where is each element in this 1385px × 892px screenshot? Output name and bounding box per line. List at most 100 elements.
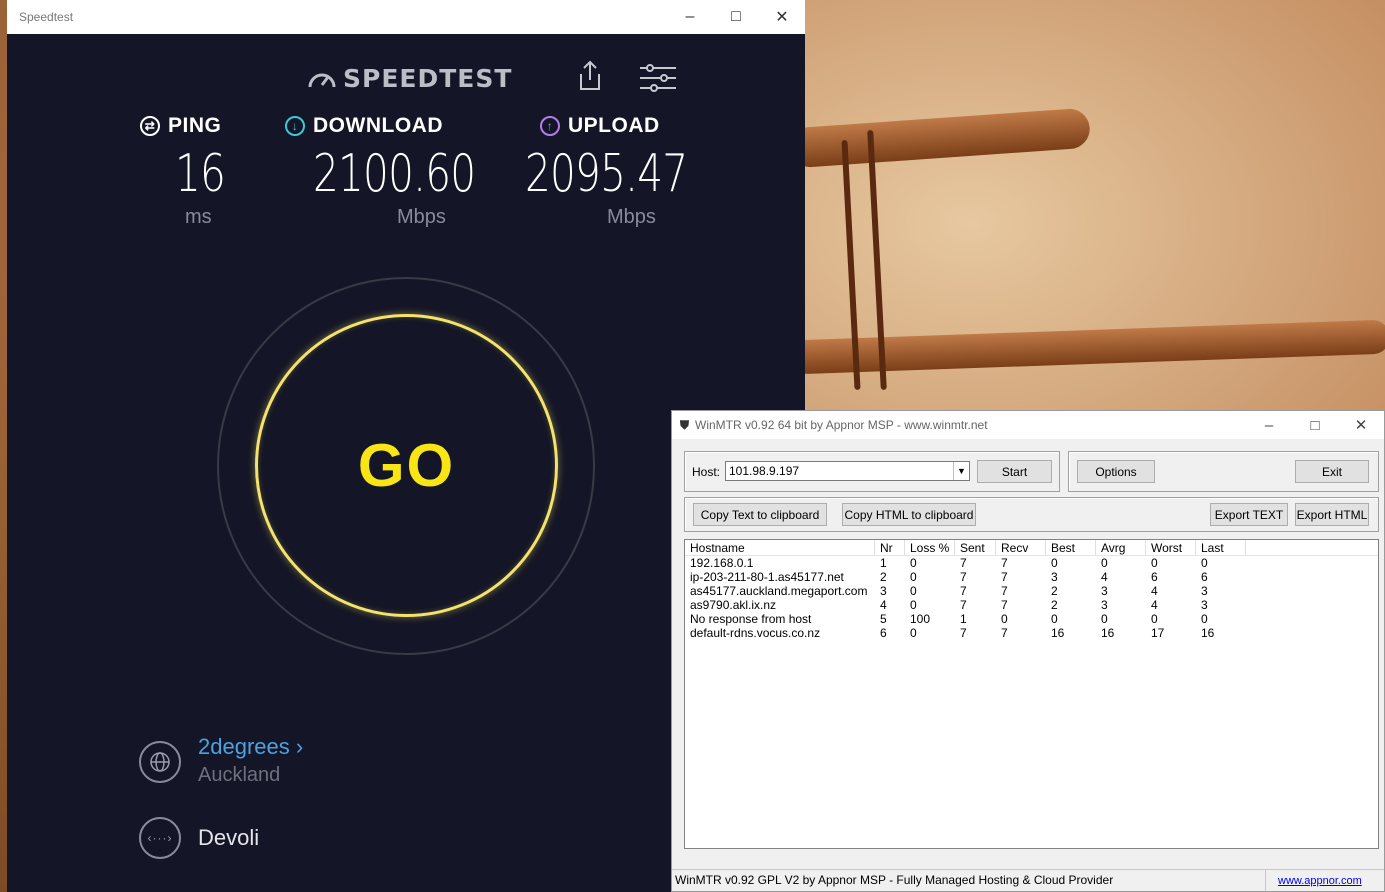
cell-last: 6 <box>1201 570 1208 584</box>
table-row[interactable]: as45177.auckland.megaport.com 3 0 7 7 2 3 4 3 <box>685 584 1378 598</box>
cell-last: 0 <box>1201 556 1208 570</box>
column-header-worst[interactable]: Worst <box>1146 540 1196 555</box>
cell-recv: 7 <box>1001 598 1008 612</box>
column-header-loss[interactable]: Loss % <box>905 540 955 555</box>
cell-sent: 1 <box>960 612 967 626</box>
chevron-right-icon: › <box>295 734 304 759</box>
cell-best: 0 <box>1051 556 1058 570</box>
server-name[interactable]: Devoli <box>198 825 259 851</box>
isp-link[interactable]: 2degrees › <box>198 734 303 760</box>
ping-header: ⇄ PING <box>140 114 221 138</box>
column-header-last[interactable]: Last <box>1196 540 1246 555</box>
copy-text-button[interactable]: Copy Text to clipboard <box>693 503 827 526</box>
column-header-hostname[interactable]: Hostname <box>685 540 875 555</box>
cell-loss: 0 <box>910 570 917 584</box>
ping-icon: ⇄ <box>140 116 160 136</box>
upload-header: ↑ UPLOAD <box>540 114 660 138</box>
status-text: WinMTR v0.92 GPL V2 by Appnor MSP - Full… <box>672 870 1266 891</box>
speedtest-logo-text: SPEEDTEST <box>343 64 513 93</box>
cell-sent: 7 <box>960 556 967 570</box>
table-row[interactable]: 192.168.0.1 1 0 7 7 0 0 0 0 <box>685 556 1378 570</box>
table-body: 192.168.0.1 1 0 7 7 0 0 0 0 ip-203-211-80-1.as451… <box>685 556 1378 640</box>
cell-hostname: 192.168.0.1 <box>690 556 754 570</box>
cell-recv: 7 <box>1001 626 1008 640</box>
maximize-icon[interactable]: □ <box>713 0 759 34</box>
share-icon[interactable] <box>577 60 603 92</box>
ping-value: 16 <box>175 144 226 204</box>
options-button[interactable]: Options <box>1077 460 1155 483</box>
cell-nr: 5 <box>880 612 887 626</box>
go-label: GO <box>357 432 456 499</box>
cell-worst: 17 <box>1151 626 1165 640</box>
cell-worst: 6 <box>1151 570 1158 584</box>
column-header-sent[interactable]: Sent <box>955 540 996 555</box>
ping-label: PING <box>168 114 222 137</box>
exit-button[interactable]: Exit <box>1295 460 1369 483</box>
cell-avrg: 4 <box>1101 570 1108 584</box>
go-button[interactable]: GO <box>255 314 558 617</box>
copy-html-button[interactable]: Copy HTML to clipboard <box>842 503 976 526</box>
cell-sent: 7 <box>960 626 967 640</box>
cell-best: 0 <box>1051 612 1058 626</box>
trace-results-table[interactable]: Hostname Nr Loss % Sent Recv Best Avrg Worst Las… <box>684 539 1379 849</box>
minimize-icon[interactable]: – <box>667 0 713 34</box>
cell-sent: 7 <box>960 598 967 612</box>
close-icon[interactable]: ✕ <box>1338 411 1384 439</box>
winmtr-window-title: WinMTR v0.92 64 bit by Appnor MSP - www.… <box>695 418 988 432</box>
table-row[interactable]: as9790.akl.ix.nz 4 0 7 7 2 3 4 3 <box>685 598 1378 612</box>
start-button[interactable]: Start <box>977 460 1052 483</box>
appnor-link[interactable]: www.appnor.com <box>1266 875 1384 887</box>
cell-last: 3 <box>1201 598 1208 612</box>
column-header-best[interactable]: Best <box>1046 540 1096 555</box>
cell-recv: 0 <box>1001 612 1008 626</box>
dropdown-arrow-icon[interactable]: ▼ <box>953 462 969 480</box>
cell-last: 0 <box>1201 612 1208 626</box>
download-arrow-icon: ↓ <box>285 116 305 136</box>
cell-loss: 0 <box>910 598 917 612</box>
export-text-button[interactable]: Export TEXT <box>1210 503 1288 526</box>
cell-loss: 0 <box>910 556 917 570</box>
cell-hostname: as45177.auckland.megaport.com <box>690 584 868 598</box>
table-row[interactable]: No response from host 5 100 1 0 0 0 0 0 <box>685 612 1378 626</box>
cell-sent: 7 <box>960 584 967 598</box>
host-combobox[interactable]: 101.98.9.197 ▼ <box>725 461 970 481</box>
winmtr-window: ⛊ WinMTR v0.92 64 bit by Appnor MSP - ww… <box>671 410 1385 892</box>
cell-last: 3 <box>1201 584 1208 598</box>
gauge-logo-icon <box>308 73 336 87</box>
cell-recv: 7 <box>1001 556 1008 570</box>
cell-avrg: 3 <box>1101 584 1108 598</box>
upload-value: 2095.47 <box>525 144 688 204</box>
ping-unit: ms <box>185 206 212 228</box>
cell-nr: 6 <box>880 626 887 640</box>
column-header-recv[interactable]: Recv <box>996 540 1046 555</box>
close-icon[interactable]: ✕ <box>759 0 805 34</box>
export-html-button[interactable]: Export HTML <box>1295 503 1369 526</box>
column-header-nr[interactable]: Nr <box>875 540 905 555</box>
cell-worst: 4 <box>1151 598 1158 612</box>
cell-hostname: default-rdns.vocus.co.nz <box>690 626 821 640</box>
status-bar: WinMTR v0.92 GPL V2 by Appnor MSP - Full… <box>672 869 1384 891</box>
biplane-upper-wing <box>788 107 1092 169</box>
settings-sliders-icon[interactable] <box>640 64 676 92</box>
download-label: DOWNLOAD <box>313 114 443 137</box>
cell-loss: 0 <box>910 626 917 640</box>
table-row[interactable]: ip-203-211-80-1.as45177.net 2 0 7 7 3 4 6 6 <box>685 570 1378 584</box>
host-label: Host: <box>692 465 721 479</box>
cell-best: 2 <box>1051 598 1058 612</box>
download-value: 2100.60 <box>313 144 476 204</box>
cell-recv: 7 <box>1001 570 1008 584</box>
cell-nr: 4 <box>880 598 887 612</box>
download-unit: Mbps <box>397 206 446 228</box>
cell-hostname: as9790.akl.ix.nz <box>690 598 777 612</box>
cell-loss: 0 <box>910 584 917 598</box>
cell-avrg: 3 <box>1101 598 1108 612</box>
table-row[interactable]: default-rdns.vocus.co.nz 6 0 7 7 16 16 17 16 <box>685 626 1378 640</box>
minimize-icon[interactable]: – <box>1246 411 1292 439</box>
cell-worst: 0 <box>1151 612 1158 626</box>
winmtr-app-icon: ⛊ <box>680 417 690 432</box>
upload-unit: Mbps <box>607 206 656 228</box>
cell-loss: 100 <box>910 612 931 626</box>
column-header-avrg[interactable]: Avrg <box>1096 540 1146 555</box>
maximize-icon[interactable]: □ <box>1292 411 1338 439</box>
cell-best: 16 <box>1051 626 1065 640</box>
